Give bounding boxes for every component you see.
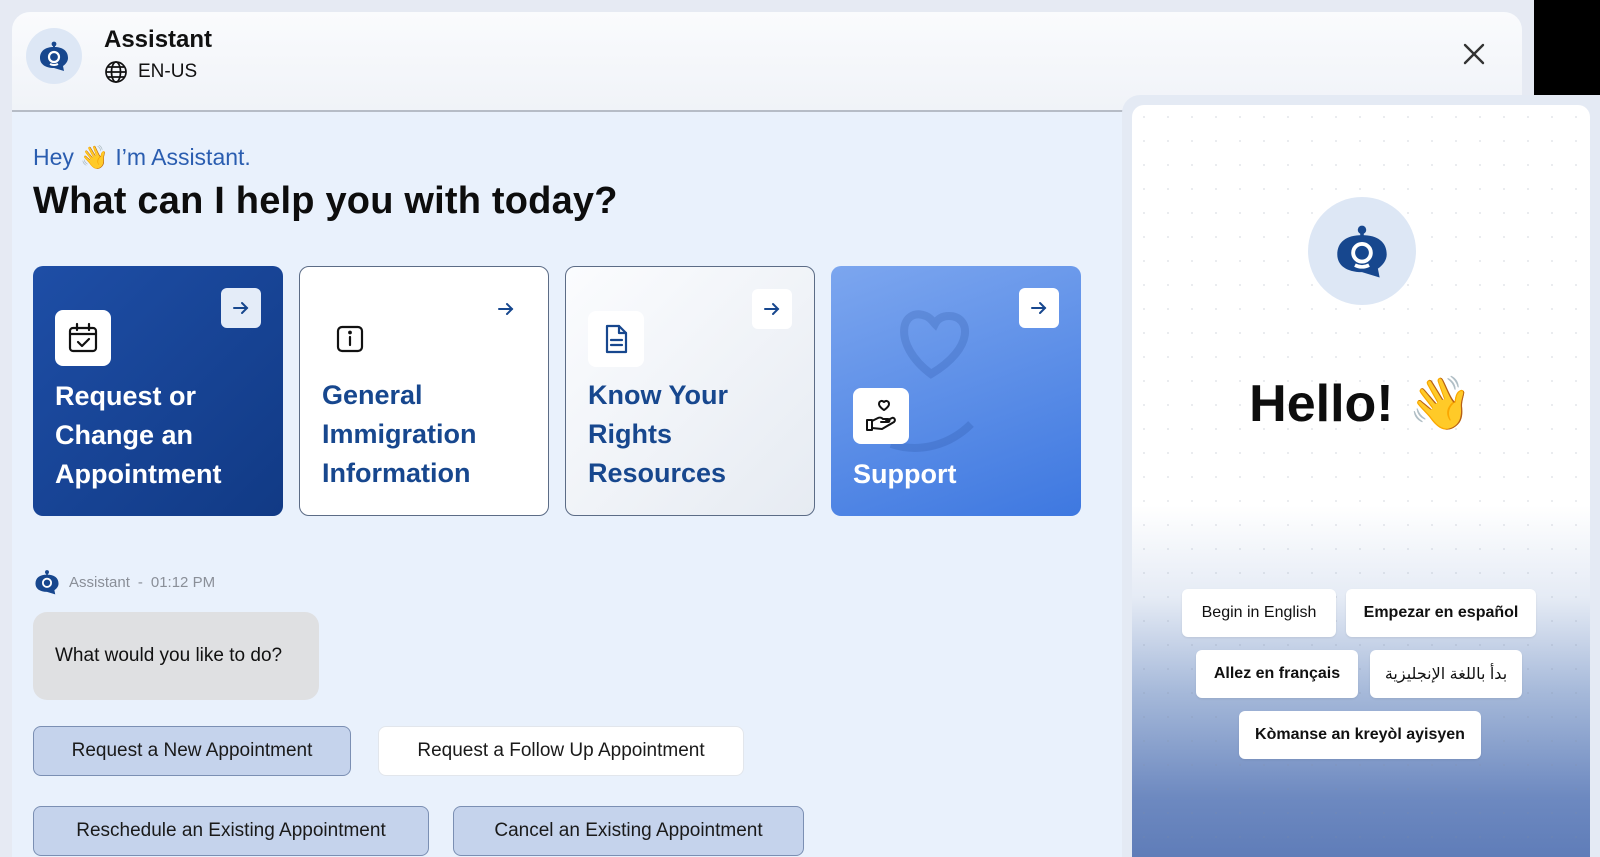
bot-icon [1337, 225, 1387, 278]
close-icon [1463, 43, 1485, 65]
arabic-language-button[interactable]: بدأ باللغة الإنجليزية [1370, 650, 1522, 698]
card-label: Request or Change an Appointment [55, 381, 222, 489]
hello-heading: Hello! 👋 [1249, 375, 1473, 433]
bot-icon [35, 570, 59, 595]
message-meta: Assistant - 01:12 PM [33, 568, 215, 596]
globe-icon [105, 61, 127, 83]
reschedule-appointment-button[interactable]: Reschedule an Existing Appointment [33, 806, 429, 856]
close-button[interactable] [1458, 38, 1490, 70]
card-immigration-info[interactable]: General Immigration Information [299, 266, 549, 516]
request-follow-up-button[interactable]: Request a Follow Up Appointment [378, 726, 744, 776]
card-know-your-rights[interactable]: Know Your Rights Resources [565, 266, 815, 516]
message-sender: Assistant [69, 573, 130, 591]
kreyol-ayisyen-button[interactable]: Kòmanse an kreyòl ayisyen [1239, 711, 1481, 759]
arrow-right-icon [221, 288, 261, 328]
bot-icon [40, 41, 68, 71]
allez-francais-button[interactable]: Allez en français [1196, 650, 1358, 698]
welcome-widget: Hello! 👋 Begin in English Empezar en esp… [1122, 95, 1600, 857]
screen: Assistant EN-US Hey 👋 I’m Assistant. Wha… [0, 0, 1600, 857]
greeting-text: Hey 👋 I’m Assistant. [33, 144, 251, 170]
widget-panel: Hello! 👋 Begin in English Empezar en esp… [1132, 105, 1590, 857]
info-icon [322, 311, 378, 367]
language-label: EN-US [138, 61, 198, 82]
arrow-right-icon [752, 289, 792, 329]
calendar-check-icon [55, 310, 111, 366]
assistant-avatar [26, 28, 82, 84]
cancel-appointment-button[interactable]: Cancel an Existing Appointment [453, 806, 804, 856]
message-separator: - [137, 573, 143, 591]
card-request-appointment[interactable]: Request or Change an Appointment [33, 266, 283, 516]
empezar-espanol-button[interactable]: Empezar en español [1346, 589, 1536, 637]
card-label: Know Your Rights Resources [588, 380, 728, 488]
arrow-right-icon [1019, 288, 1059, 328]
message-time: 01:12 PM [150, 573, 216, 591]
card-support[interactable]: Support [831, 266, 1081, 516]
assistant-avatar-large [1308, 197, 1416, 305]
card-label: General Immigration Information [322, 380, 477, 488]
hand-heart-icon [853, 388, 909, 444]
request-new-appointment-button[interactable]: Request a New Appointment [33, 726, 351, 776]
message-bubble: What would you like to do? [33, 612, 319, 700]
begin-english-button[interactable]: Begin in English [1182, 589, 1336, 637]
assistant-title: Assistant [104, 26, 213, 53]
arrow-right-icon [486, 289, 526, 329]
language-selector[interactable]: EN-US [104, 60, 197, 84]
page-title: What can I help you with today? [33, 180, 618, 222]
document-icon [588, 311, 644, 367]
card-label: Support [853, 459, 957, 489]
